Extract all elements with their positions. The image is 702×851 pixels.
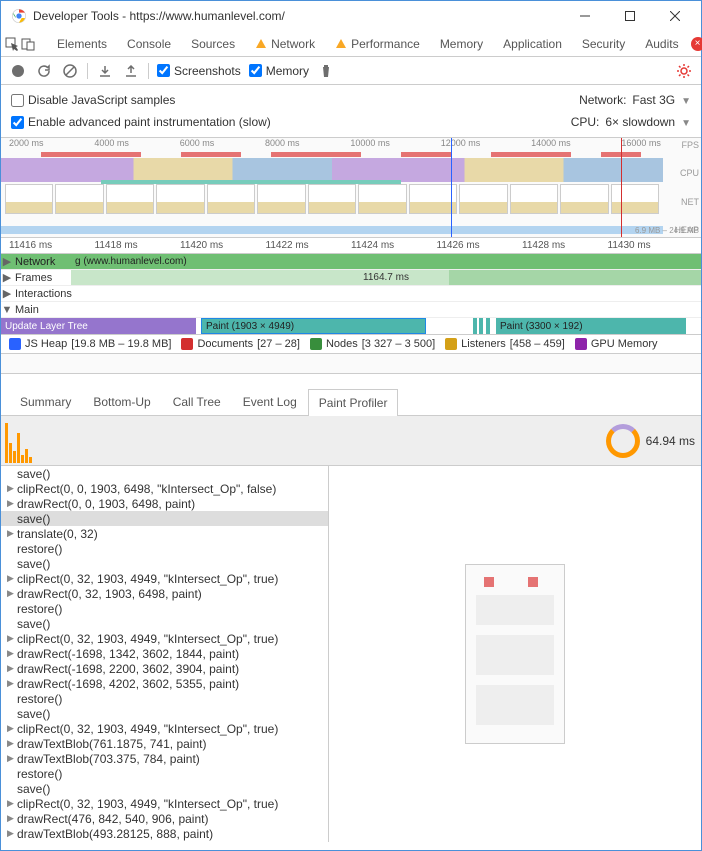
heap-label: HEAP <box>674 225 699 235</box>
memory-checkbox[interactable]: Memory <box>249 64 309 78</box>
inspect-icon[interactable] <box>5 32 19 56</box>
tab-performance[interactable]: Performance <box>325 31 430 57</box>
interactions-row[interactable]: ▶Interactions <box>1 286 701 302</box>
paint-command[interactable]: ▶clipRect(0, 32, 1903, 4949, "kIntersect… <box>1 571 328 586</box>
nodes-toggle[interactable]: Nodes[3 327 – 3 500] <box>310 338 435 350</box>
paint-command[interactable]: ▶drawTextBlob(493.28125, 888, paint) <box>1 826 328 841</box>
paint-block-1[interactable]: Paint (1903 × 4949) <box>201 318 426 334</box>
tab-sources[interactable]: Sources <box>181 31 245 57</box>
listeners-toggle[interactable]: Listeners[458 – 459] <box>445 338 565 350</box>
paint-command[interactable]: save() <box>1 466 328 481</box>
subtab-paint-profiler[interactable]: Paint Profiler <box>308 389 399 416</box>
error-icon: × <box>691 37 702 51</box>
subtab-bottom-up[interactable]: Bottom-Up <box>82 388 161 415</box>
cpu-label: CPU: <box>571 115 600 129</box>
paint-command[interactable]: ▶drawTextBlob(761.1875, 741, paint) <box>1 736 328 751</box>
chrome-icon <box>11 8 27 24</box>
error-badge[interactable]: × 1 <box>691 37 702 51</box>
enable-paint-checkbox[interactable]: Enable advanced paint instrumentation (s… <box>11 115 271 129</box>
close-button[interactable] <box>652 2 697 31</box>
paint-preview <box>329 466 701 842</box>
profiler-time: 64.94 ms <box>646 434 695 448</box>
paint-command[interactable]: ▶drawRect(0, 0, 1903, 6498, paint) <box>1 496 328 511</box>
screenshots-checkbox[interactable]: Screenshots <box>157 64 241 78</box>
paint-command[interactable]: save() <box>1 616 328 631</box>
paint-command[interactable]: restore() <box>1 541 328 556</box>
cpu-ov-label: CPU <box>674 168 699 178</box>
paint-profiler-overview[interactable]: 64.94 ms <box>1 416 701 466</box>
paint-command-list[interactable]: save()▶clipRect(0, 0, 1903, 6498, "kInte… <box>1 466 329 842</box>
network-select[interactable]: Fast 3G▼ <box>632 93 691 107</box>
docs-toggle[interactable]: Documents[27 – 28] <box>181 338 299 350</box>
subtab-event-log[interactable]: Event Log <box>232 388 308 415</box>
paint-command[interactable]: save() <box>1 556 328 571</box>
gear-icon[interactable] <box>675 62 693 80</box>
tab-elements[interactable]: Elements <box>47 31 117 57</box>
tab-network[interactable]: Network <box>245 31 325 57</box>
paint-command[interactable]: ▶translate(0, 32) <box>1 526 328 541</box>
warning-icon <box>255 38 267 50</box>
net-label: NET <box>674 197 699 207</box>
cpu-select[interactable]: 6× slowdown▼ <box>605 115 691 129</box>
tab-audits[interactable]: Audits <box>635 31 688 57</box>
fps-label: FPS <box>674 140 699 150</box>
record-button[interactable] <box>9 62 27 80</box>
reload-button[interactable] <box>35 62 53 80</box>
jsheap-toggle[interactable]: JS Heap[19.8 MB – 19.8 MB] <box>9 338 171 350</box>
tab-application[interactable]: Application <box>493 31 572 57</box>
paint-profiler-panel: save()▶clipRect(0, 0, 1903, 6498, "kInte… <box>1 466 701 842</box>
paint-command[interactable]: save() <box>1 706 328 721</box>
garbage-icon[interactable] <box>317 62 335 80</box>
tab-memory[interactable]: Memory <box>430 31 493 57</box>
paint-command[interactable]: save() <box>1 781 328 796</box>
maximize-button[interactable] <box>607 2 652 31</box>
subtab-summary[interactable]: Summary <box>9 388 82 415</box>
capture-settings: Disable JavaScript samples Network: Fast … <box>1 85 701 138</box>
paint-command[interactable]: ▶drawTextBlob(703.375, 784, paint) <box>1 751 328 766</box>
time-ruler[interactable]: 11416 ms11418 ms11420 ms11422 ms11424 ms… <box>1 238 701 254</box>
load-button[interactable] <box>96 62 114 80</box>
perf-toolbar: Screenshots Memory <box>1 57 701 85</box>
network-label: Network: <box>579 93 626 107</box>
details-tabs: SummaryBottom-UpCall TreeEvent LogPaint … <box>1 390 701 416</box>
tab-console[interactable]: Console <box>117 31 181 57</box>
warning-icon <box>335 38 347 50</box>
paint-command[interactable]: ▶drawRect(476, 842, 540, 906, paint) <box>1 811 328 826</box>
paint-command[interactable]: ▶drawRect(0, 32, 1903, 6498, paint) <box>1 586 328 601</box>
paint-command[interactable]: ▶clipRect(0, 32, 1903, 4949, "kIntersect… <box>1 631 328 646</box>
paint-command[interactable]: ▶clipRect(0, 0, 1903, 6498, "kIntersect_… <box>1 481 328 496</box>
paint-command[interactable]: ▶drawRect(-1698, 1342, 3602, 1844, paint… <box>1 646 328 661</box>
network-row[interactable]: ▶Networkg (www.humanlevel.com) <box>1 254 701 270</box>
paint-command[interactable]: ▶clipRect(0, 32, 1903, 4949, "kIntersect… <box>1 796 328 811</box>
paint-command[interactable]: restore() <box>1 766 328 781</box>
gpu-toggle[interactable]: GPU Memory <box>575 338 658 350</box>
window-title: Developer Tools - https://www.humanlevel… <box>33 9 562 23</box>
tab-security[interactable]: Security <box>572 31 635 57</box>
subtab-call-tree[interactable]: Call Tree <box>162 388 232 415</box>
clear-button[interactable] <box>61 62 79 80</box>
paint-command[interactable]: ▶drawRect(-1698, 4202, 3602, 5355, paint… <box>1 676 328 691</box>
timeline-overview[interactable]: 2000 ms4000 ms6000 ms8000 ms10000 ms1200… <box>1 138 701 238</box>
frames-row[interactable]: ▶Frames1164.7 ms <box>1 270 701 286</box>
flame-chart[interactable]: ▶Networkg (www.humanlevel.com) ▶Frames11… <box>1 254 701 334</box>
paint-command[interactable]: ▶drawRect(-1698, 2200, 3602, 3904, paint… <box>1 661 328 676</box>
window-titlebar: Developer Tools - https://www.humanlevel… <box>1 1 701 31</box>
paint-command[interactable]: save() <box>1 511 328 526</box>
paint-command[interactable]: restore() <box>1 601 328 616</box>
main-row[interactable]: ▼Main <box>1 302 701 318</box>
devtools-tabs: ElementsConsoleSourcesNetworkPerformance… <box>1 31 701 57</box>
paint-command[interactable]: ▶clipRect(0, 32, 1903, 4949, "kIntersect… <box>1 721 328 736</box>
save-button[interactable] <box>122 62 140 80</box>
minimize-button[interactable] <box>562 2 607 31</box>
paint-command[interactable]: restore() <box>1 691 328 706</box>
memory-legend: JS Heap[19.8 MB – 19.8 MB] Documents[27 … <box>1 334 701 354</box>
update-layer-tree-block[interactable]: Update Layer Tree <box>1 318 196 334</box>
paint-block-2[interactable]: Paint (3300 × 192) <box>496 318 686 334</box>
profiler-donut-icon <box>606 424 640 458</box>
disable-js-checkbox[interactable]: Disable JavaScript samples <box>11 93 175 107</box>
device-toggle-icon[interactable] <box>21 32 35 56</box>
memory-chart[interactable] <box>1 354 701 374</box>
